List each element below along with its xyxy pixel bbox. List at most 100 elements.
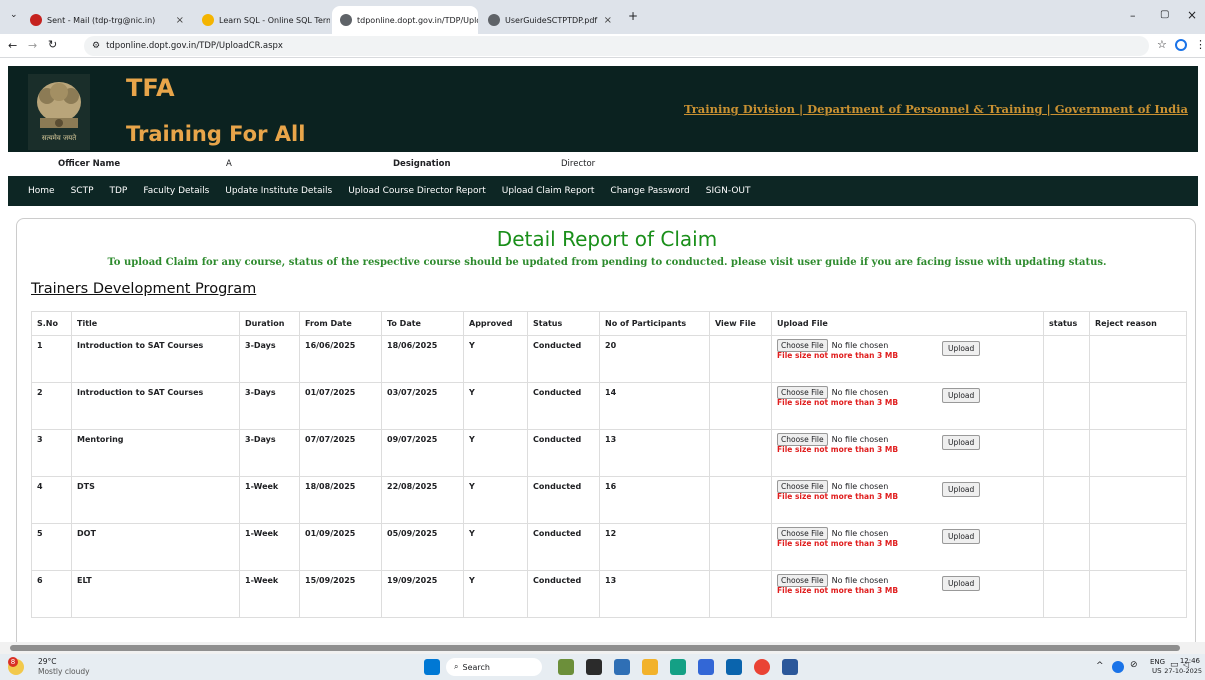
nav-sign-out[interactable]: SIGN-OUT — [706, 186, 751, 196]
file-input[interactable]: Choose File No file chosen — [777, 480, 1038, 493]
nav-tdp[interactable]: TDP — [110, 186, 128, 196]
site-info-icon[interactable]: ⚙ — [92, 41, 100, 51]
back-icon[interactable]: ← — [8, 39, 17, 52]
tray-app-icon[interactable] — [1112, 661, 1124, 673]
profile-icon[interactable] — [1175, 39, 1187, 51]
no-file-chosen-text: No file chosen — [831, 576, 889, 585]
cell-row-status — [1043, 335, 1090, 383]
minimize-icon[interactable]: – — [1130, 9, 1136, 22]
upload-button[interactable]: Upload — [942, 529, 981, 544]
cell-sno: 5 — [31, 523, 72, 571]
cell-title: Introduction to SAT Courses — [71, 335, 240, 383]
clock-time[interactable]: 12:46 — [1180, 657, 1200, 665]
cell-title: Introduction to SAT Courses — [71, 382, 240, 430]
no-file-chosen-text: No file chosen — [831, 341, 889, 350]
cell-row-status — [1043, 570, 1090, 618]
upload-button[interactable]: Upload — [942, 341, 981, 356]
lang-eng[interactable]: ENG — [1150, 658, 1165, 666]
tray-chevron-icon[interactable]: ^ — [1096, 661, 1104, 671]
tab-sql[interactable]: Learn SQL - Online SQL Termin× — [194, 6, 330, 34]
file-input[interactable]: Choose File No file chosen — [777, 339, 1038, 352]
cell-to: 22/08/2025 — [381, 476, 464, 524]
nav-home[interactable]: Home — [28, 186, 55, 196]
nav-upload-claim-report[interactable]: Upload Claim Report — [502, 186, 595, 196]
officer-info-bar: Officer Name A Designation Director — [8, 152, 1198, 176]
cell-sno: 4 — [31, 476, 72, 524]
new-tab-icon[interactable]: + — [628, 9, 638, 23]
org-title: Training Division | Department of Person… — [683, 102, 1188, 116]
cell-to: 05/09/2025 — [381, 523, 464, 571]
tab-tdponline[interactable]: tdponline.dopt.gov.in/TDP/Uplo× — [332, 6, 478, 34]
nav-sctp[interactable]: SCTP — [71, 186, 94, 196]
cell-upload-file: Choose File No file chosen File size not m… — [771, 335, 1044, 383]
browser-toolbar: ← → ↻ ⚙ tdponline.dopt.gov.in/TDP/Upload… — [0, 34, 1205, 58]
scrollbar-thumb[interactable] — [10, 645, 1180, 651]
word-icon[interactable] — [782, 659, 798, 675]
cell-from: 01/07/2025 — [299, 382, 382, 430]
tab-mail[interactable]: Sent - Mail (tdp-trg@nic.in) × — [22, 6, 192, 34]
claim-report-panel: Detail Report of Claim To upload Claim f… — [16, 218, 1196, 642]
upload-button[interactable]: Upload — [942, 435, 981, 450]
taskbar-search[interactable]: ⌕ Search — [446, 658, 542, 676]
table-row: 4 DTS 1-Week 18/08/2025 22/08/2025 Y Conducted… — [31, 476, 1187, 524]
cell-view-file — [709, 476, 772, 524]
col-status: Status — [527, 311, 600, 336]
edge-icon[interactable] — [670, 659, 686, 675]
horizontal-scrollbar[interactable] — [0, 642, 1205, 654]
page-viewport: सत्यमेव जयते TFA Training For All Traini… — [8, 60, 1198, 642]
windows-start-icon[interactable] — [424, 659, 440, 675]
national-emblem-icon: सत्यमेव जयते — [28, 74, 90, 150]
bookmark-star-icon[interactable]: ☆ — [1157, 38, 1167, 51]
file-input[interactable]: Choose File No file chosen — [777, 574, 1038, 587]
file-input[interactable]: Choose File No file chosen — [777, 433, 1038, 446]
cell-from: 07/07/2025 — [299, 429, 382, 477]
file-input[interactable]: Choose File No file chosen — [777, 527, 1038, 540]
col-approved: Approved — [463, 311, 528, 336]
outlook-icon[interactable] — [726, 659, 742, 675]
upload-button[interactable]: Upload — [942, 388, 981, 403]
store-bag-icon[interactable] — [698, 659, 714, 675]
cell-participants: 13 — [599, 429, 710, 477]
weather-temp: 29°C — [38, 657, 57, 666]
close-tab-icon[interactable]: × — [176, 15, 184, 26]
close-tab-icon[interactable]: × — [604, 15, 612, 26]
cell-duration: 3-Days — [239, 429, 300, 477]
forward-icon[interactable]: → — [28, 39, 37, 52]
restore-icon[interactable]: ▢ — [1160, 9, 1169, 20]
cell-status: Conducted — [527, 476, 600, 524]
tray-network-icon[interactable]: ⊘ — [1130, 660, 1138, 670]
file-explorer-icon[interactable] — [642, 659, 658, 675]
cell-duration: 1-Week — [239, 476, 300, 524]
upload-button[interactable]: Upload — [942, 576, 981, 591]
cell-to: 09/07/2025 — [381, 429, 464, 477]
cell-duration: 3-Days — [239, 335, 300, 383]
clock-date[interactable]: 27-10-2025 — [1164, 667, 1202, 675]
file-size-note: File size not more than 3 MB — [777, 398, 899, 407]
task-view-icon[interactable] — [586, 659, 602, 675]
menu-icon[interactable]: ⋮ — [1195, 38, 1205, 51]
upload-button[interactable]: Upload — [942, 482, 981, 497]
nav-faculty-details[interactable]: Faculty Details — [143, 186, 209, 196]
file-input[interactable]: Choose File No file chosen — [777, 386, 1038, 399]
address-bar[interactable]: ⚙ tdponline.dopt.gov.in/TDP/UploadCR.asp… — [84, 36, 1149, 56]
window-close-icon[interactable]: × — [1187, 8, 1197, 22]
widgets-icon[interactable] — [558, 659, 574, 675]
store-icon[interactable] — [614, 659, 630, 675]
table-row: 3 Mentoring 3-Days 07/07/2025 09/07/2025 Y Con… — [31, 429, 1187, 477]
cell-title: Mentoring — [71, 429, 240, 477]
cell-approved: Y — [463, 570, 528, 618]
tab-userguide[interactable]: UserGuideSCTPTDP.pdf × — [480, 6, 620, 34]
globe-favicon-icon — [340, 14, 352, 26]
reload-icon[interactable]: ↻ — [48, 38, 57, 51]
lang-us[interactable]: US — [1152, 667, 1162, 675]
nav-update-institute-details[interactable]: Update Institute Details — [225, 186, 332, 196]
cell-status: Conducted — [527, 523, 600, 571]
cell-sno: 2 — [31, 382, 72, 430]
cell-upload-file: Choose File No file chosen File size not m… — [771, 476, 1044, 524]
cell-row-status — [1043, 429, 1090, 477]
tab-search-chevron-icon[interactable]: ⌄ — [10, 10, 18, 20]
nav-upload-course-director-report[interactable]: Upload Course Director Report — [348, 186, 486, 196]
chrome-icon[interactable] — [754, 659, 770, 675]
nav-change-password[interactable]: Change Password — [610, 186, 689, 196]
no-file-chosen-text: No file chosen — [831, 482, 889, 491]
